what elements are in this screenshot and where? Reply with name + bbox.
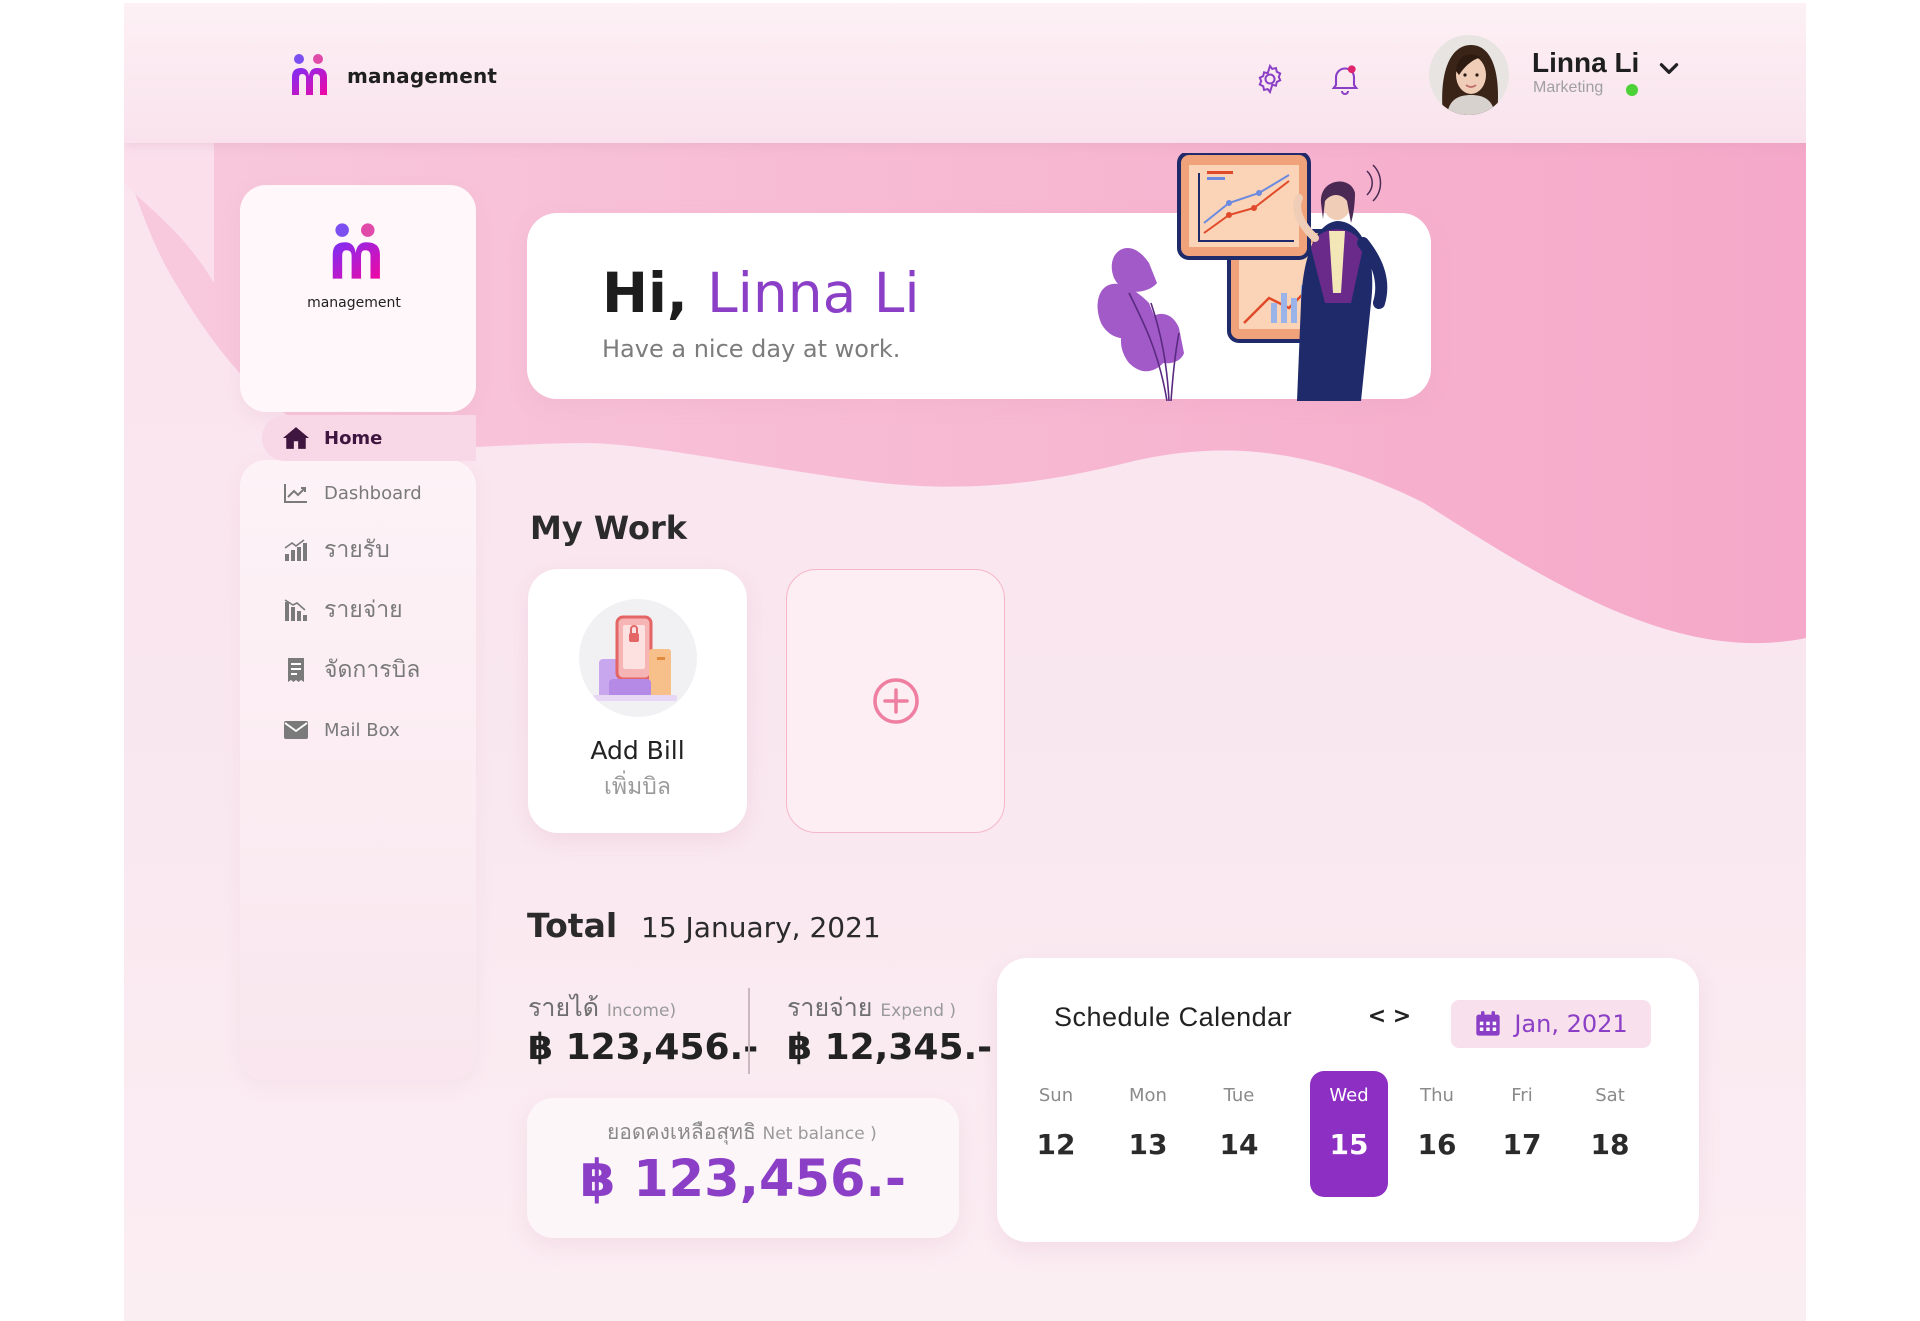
net-balance-card: ยอดคงเหลือสุทธิ Net balance ) ฿ 123,456.… [527,1098,959,1238]
expense-value: ฿ 12,345.- [787,1027,993,1068]
add-work-card[interactable] [786,569,1005,833]
avatar[interactable] [1429,35,1509,115]
greeting-text: Hi, [602,261,688,325]
gear-icon [1258,63,1282,95]
sidebar-item-income[interactable]: รายรับ [262,527,474,573]
calendar-day[interactable]: Thu 16 [1398,1071,1476,1197]
income-value: ฿ 123,456.- [528,1027,759,1068]
sidebar-item-home[interactable]: Home [262,415,476,461]
day-date: 16 [1417,1128,1457,1161]
day-name: Thu [1420,1085,1454,1106]
day-name: Sun [1038,1085,1074,1106]
day-name: Wed [1329,1085,1369,1106]
top-header: management Linna Li Marketing [124,3,1806,143]
sidebar-item-manage-bills[interactable]: จัดการบิล [262,647,474,693]
brand[interactable]: management [289,53,497,99]
sidebar-item-mailbox[interactable]: Mail Box [262,707,474,753]
app-frame: management Linna Li Marketing management… [124,3,1806,1321]
day-name: Fri [1511,1085,1533,1106]
online-status-indicator [1626,84,1638,96]
chart-line-icon [282,479,310,507]
schedule-calendar: Schedule Calendar < > Jan, 2021 Sun 12 M… [997,958,1699,1242]
calendar-day-selected[interactable]: Wed 15 [1310,1071,1388,1197]
add-bill-card[interactable]: Add Bill เพิ่มบิล [528,569,747,833]
receipt-icon [282,656,310,684]
settings-button[interactable] [1252,61,1288,97]
my-work-title: My Work [530,509,688,547]
day-date: 18 [1590,1128,1630,1161]
brand-name: management [347,64,498,88]
sidebar-item-label: Dashboard [324,482,422,504]
net-balance-value: ฿ 123,456.- [579,1150,907,1209]
calendar-day[interactable]: Tue 14 [1200,1071,1278,1197]
day-name: Sat [1595,1085,1625,1106]
greeting-subtitle: Have a nice day at work. [602,335,901,363]
calendar-day[interactable]: Sun 12 [1017,1071,1095,1197]
expense-chart-icon [282,596,310,624]
day-date: 13 [1128,1128,1168,1161]
greeting-title: Hi, Linna Li [602,261,920,325]
day-date: 14 [1219,1128,1259,1161]
net-balance-label: ยอดคงเหลือสุทธิ Net balance ) [607,1120,877,1144]
calendar-title: Schedule Calendar [1054,1002,1293,1032]
app-logo-icon [332,223,380,279]
calendar-icon [1476,1011,1500,1036]
notifications-button[interactable] [1327,61,1363,97]
month-label: Jan, 2021 [1514,1010,1628,1038]
calendar-day[interactable]: Fri 17 [1483,1071,1561,1197]
user-name: Linna Li [1532,47,1640,78]
plus-circle-icon [872,678,919,724]
add-bill-title: Add Bill [590,736,685,765]
divider [748,988,750,1074]
day-date: 15 [1329,1128,1369,1161]
total-title: Total [527,906,618,945]
calendar-day[interactable]: Mon 13 [1109,1071,1187,1197]
presenter-illustration [1097,153,1388,401]
expense-label: รายจ่าย Expend ) [787,993,957,1022]
calendar-next-button[interactable]: > [1392,1006,1412,1028]
bell-icon [1331,65,1359,95]
brand-logo-icon [292,54,327,95]
sidebar-item-label: Mail Box [324,719,400,741]
app-logo-text: management [307,295,401,311]
chevron-down-icon[interactable] [1656,55,1682,81]
user-photo [1429,35,1509,115]
calendar-prev-button[interactable]: < [1367,1006,1387,1028]
sidebar-item-label: รายจ่าย [324,597,403,623]
sidebar-item-label: จัดการบิล [324,657,421,683]
greeting-name: Linna Li [706,261,920,325]
sidebar: management Home Dashboard รายรับ รายจ่าย [240,185,476,1085]
sidebar-item-label: รายรับ [324,537,390,563]
sidebar-item-label: Home [324,427,383,449]
add-bill-subtitle: เพิ่มบิล [604,774,671,800]
sidebar-item-expense[interactable]: รายจ่าย [262,587,474,633]
income-chart-icon [282,536,310,564]
mail-icon [282,716,310,744]
bill-phone-icon [579,599,697,717]
day-name: Mon [1129,1085,1167,1106]
day-date: 12 [1036,1128,1076,1161]
day-name: Tue [1223,1085,1255,1106]
day-date: 17 [1502,1128,1542,1161]
month-picker[interactable]: Jan, 2021 [1451,1000,1651,1048]
sidebar-item-dashboard[interactable]: Dashboard [262,470,474,516]
total-date: 15 January, 2021 [641,911,881,944]
income-label: รายได้ Income) [528,993,677,1022]
calendar-day[interactable]: Sat 18 [1571,1071,1649,1197]
sidebar-logo-card: management [240,185,476,412]
home-icon [282,424,310,452]
user-role: Marketing [1533,79,1604,96]
